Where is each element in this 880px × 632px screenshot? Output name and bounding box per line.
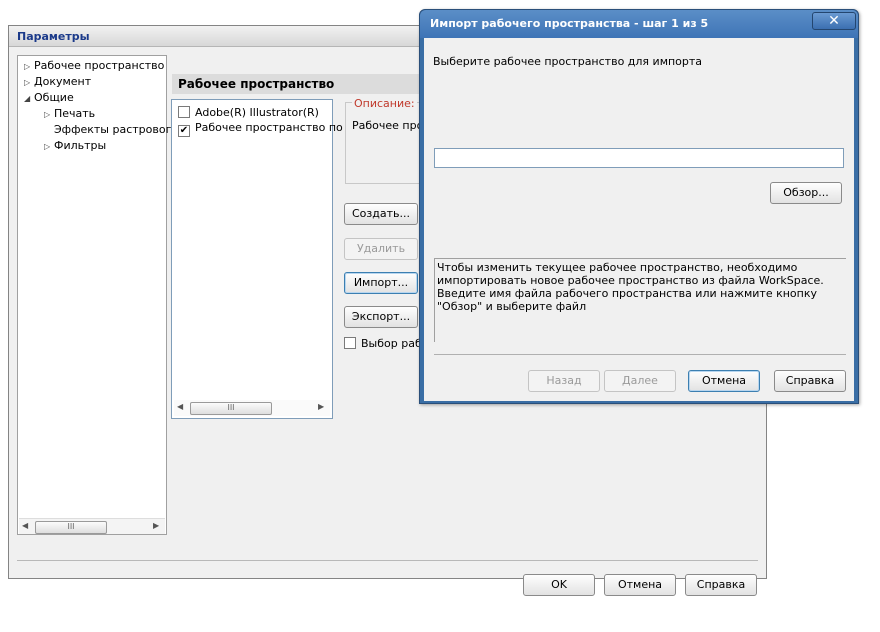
cancel-button[interactable]: Отмена (688, 370, 760, 392)
info-box: Чтобы изменить текущее рабочее пространс… (434, 258, 846, 342)
expand-arrow-icon[interactable]: ▷ (24, 78, 34, 87)
scroll-right-icon[interactable]: ▶ (153, 521, 159, 530)
create-button[interactable]: Создать... (344, 203, 418, 225)
checkbox[interactable] (178, 106, 190, 118)
export-button[interactable]: Экспорт... (344, 306, 418, 328)
checkbox[interactable] (344, 337, 356, 349)
import-button[interactable]: Импорт... (344, 272, 418, 294)
ok-button[interactable]: OK (523, 574, 595, 596)
next-button[interactable]: Далее (604, 370, 676, 392)
import-prompt: Выберите рабочее пространство для импорт… (433, 55, 703, 68)
list-item-illustrator[interactable]: Adobe(R) Illustrator(R) (178, 106, 319, 119)
back-button[interactable]: Назад (528, 370, 600, 392)
info-text: Чтобы изменить текущее рабочее пространс… (437, 261, 824, 313)
tree-item-document[interactable]: ▷ Документ (24, 75, 91, 88)
scroll-left-icon[interactable]: ◀ (177, 402, 183, 411)
import-titlebar[interactable]: Импорт рабочего пространства - шаг 1 из … (420, 10, 858, 38)
list-item-default-workspace[interactable]: ✔ Рабочее пространство по (178, 121, 343, 137)
tree-item-print[interactable]: ▷ Печать (44, 107, 95, 120)
import-title: Импорт рабочего пространства - шаг 1 из … (430, 17, 709, 30)
tree-item-general[interactable]: ◢ Общие (24, 91, 74, 104)
expand-arrow-icon[interactable]: ▷ (44, 110, 54, 119)
params-title: Параметры (17, 30, 90, 43)
tree-item-filters[interactable]: ▷ Фильтры (44, 139, 106, 152)
list-horizontal-scrollbar[interactable]: ◀ III ▶ (174, 400, 330, 416)
browse-button[interactable]: Обзор... (770, 182, 842, 204)
scroll-thumb[interactable]: III (35, 521, 107, 534)
delete-button[interactable]: Удалить (344, 238, 418, 260)
settings-tree: ▷ Рабочее пространство ▷ Документ ◢ Общие ▷… (17, 55, 171, 535)
scroll-left-icon[interactable]: ◀ (22, 521, 28, 530)
tree-item-raster-effects[interactable]: Эффекты растровог (44, 123, 171, 136)
help-button[interactable]: Справка (774, 370, 846, 392)
import-client-area: Выберите рабочее пространство для импорт… (424, 38, 854, 401)
help-button[interactable]: Справка (685, 574, 757, 596)
cancel-button[interactable]: Отмена (604, 574, 676, 596)
scroll-right-icon[interactable]: ▶ (318, 402, 324, 411)
tree-horizontal-scrollbar[interactable]: ◀ III ▶ (19, 518, 165, 534)
footer-divider (17, 560, 758, 561)
import-wizard-dialog: Импорт рабочего пространства - шаг 1 из … (419, 9, 859, 404)
workspace-list: Adobe(R) Illustrator(R) ✔ Рабочее простра… (171, 99, 343, 419)
description-label: Описание: (352, 97, 417, 110)
scroll-thumb[interactable]: III (190, 402, 272, 415)
checkbox-checked[interactable]: ✔ (178, 125, 190, 137)
footer-divider (434, 354, 846, 355)
expand-arrow-icon[interactable]: ▷ (44, 142, 54, 151)
workspace-file-input[interactable] (434, 148, 844, 168)
close-icon[interactable]: ✕ (812, 12, 856, 30)
collapse-arrow-icon[interactable]: ◢ (24, 94, 34, 103)
expand-arrow-icon[interactable]: ▷ (24, 62, 34, 71)
tree-item-workspace[interactable]: ▷ Рабочее пространство (24, 59, 165, 72)
